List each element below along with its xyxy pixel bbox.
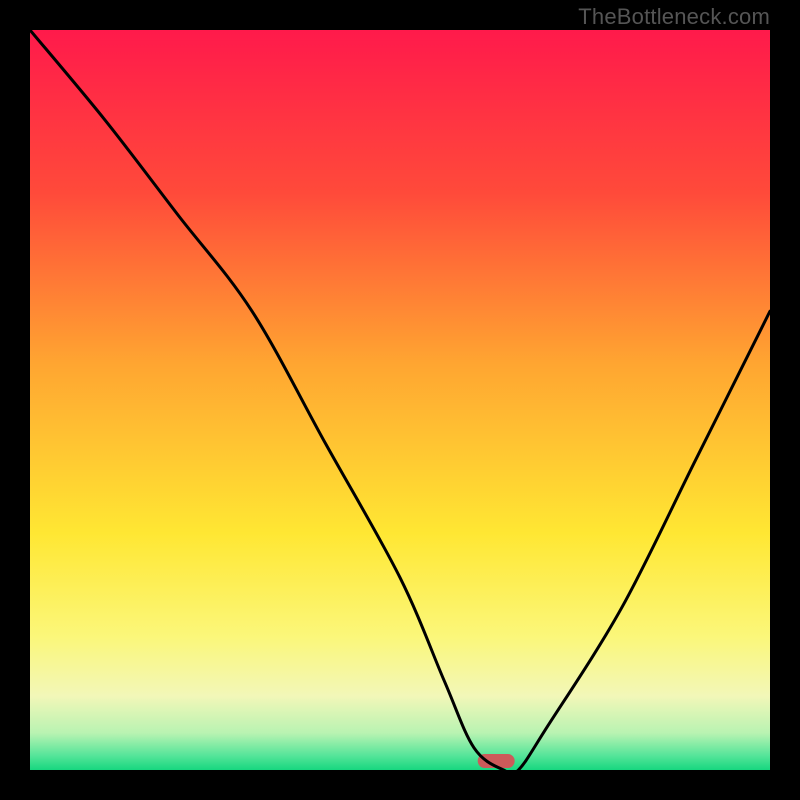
- chart-background: [30, 30, 770, 770]
- watermark-text: TheBottleneck.com: [578, 4, 770, 30]
- chart-frame: TheBottleneck.com: [0, 0, 800, 800]
- plot-area: [30, 30, 770, 770]
- chart-svg: [30, 30, 770, 770]
